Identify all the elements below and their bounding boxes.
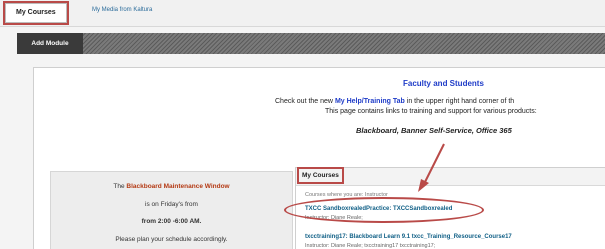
annotation-ellipse xyxy=(284,197,484,223)
tab-my-courses[interactable]: My Courses xyxy=(3,1,69,25)
maintenance-line-4: Please plan your schedule accordingly. xyxy=(115,236,228,243)
announcement-title: Faculty and Students xyxy=(403,79,484,88)
maintenance-box: The Blackboard Maintenance Window is on … xyxy=(50,171,293,249)
top-tab-bar: My Courses My Media from Kaltura xyxy=(0,0,605,27)
maintenance-line-3: from 2:00 -6:00 AM. xyxy=(141,218,202,225)
maintenance-line-2: is on Friday's from xyxy=(145,201,198,208)
announcement-line-1: Check out the new My Help/Training Tab i… xyxy=(275,98,515,105)
my-courses-title: My Courses xyxy=(297,167,344,184)
tab-my-media-kaltura[interactable]: My Media from Kaltura xyxy=(92,7,152,13)
course-instructor: Instructor: Diane Reale; txcctraining17 … xyxy=(305,243,436,249)
help-training-tab-link[interactable]: My Help/Training Tab xyxy=(335,98,405,105)
add-module-button[interactable]: Add Module xyxy=(17,33,83,54)
annotation-arrow-icon xyxy=(418,143,445,192)
my-courses-header: My Courses xyxy=(296,167,605,186)
course-link[interactable]: txcctraining17: Blackboard Learn 9.1 txc… xyxy=(305,234,512,240)
announcement-products: Blackboard, Banner Self-Service, Office … xyxy=(356,126,512,135)
module-toolbar: Add Module xyxy=(17,33,605,54)
announcement-line-2: This page contains links to training and… xyxy=(325,108,537,115)
maintenance-line-1: The Blackboard Maintenance Window xyxy=(113,183,230,190)
